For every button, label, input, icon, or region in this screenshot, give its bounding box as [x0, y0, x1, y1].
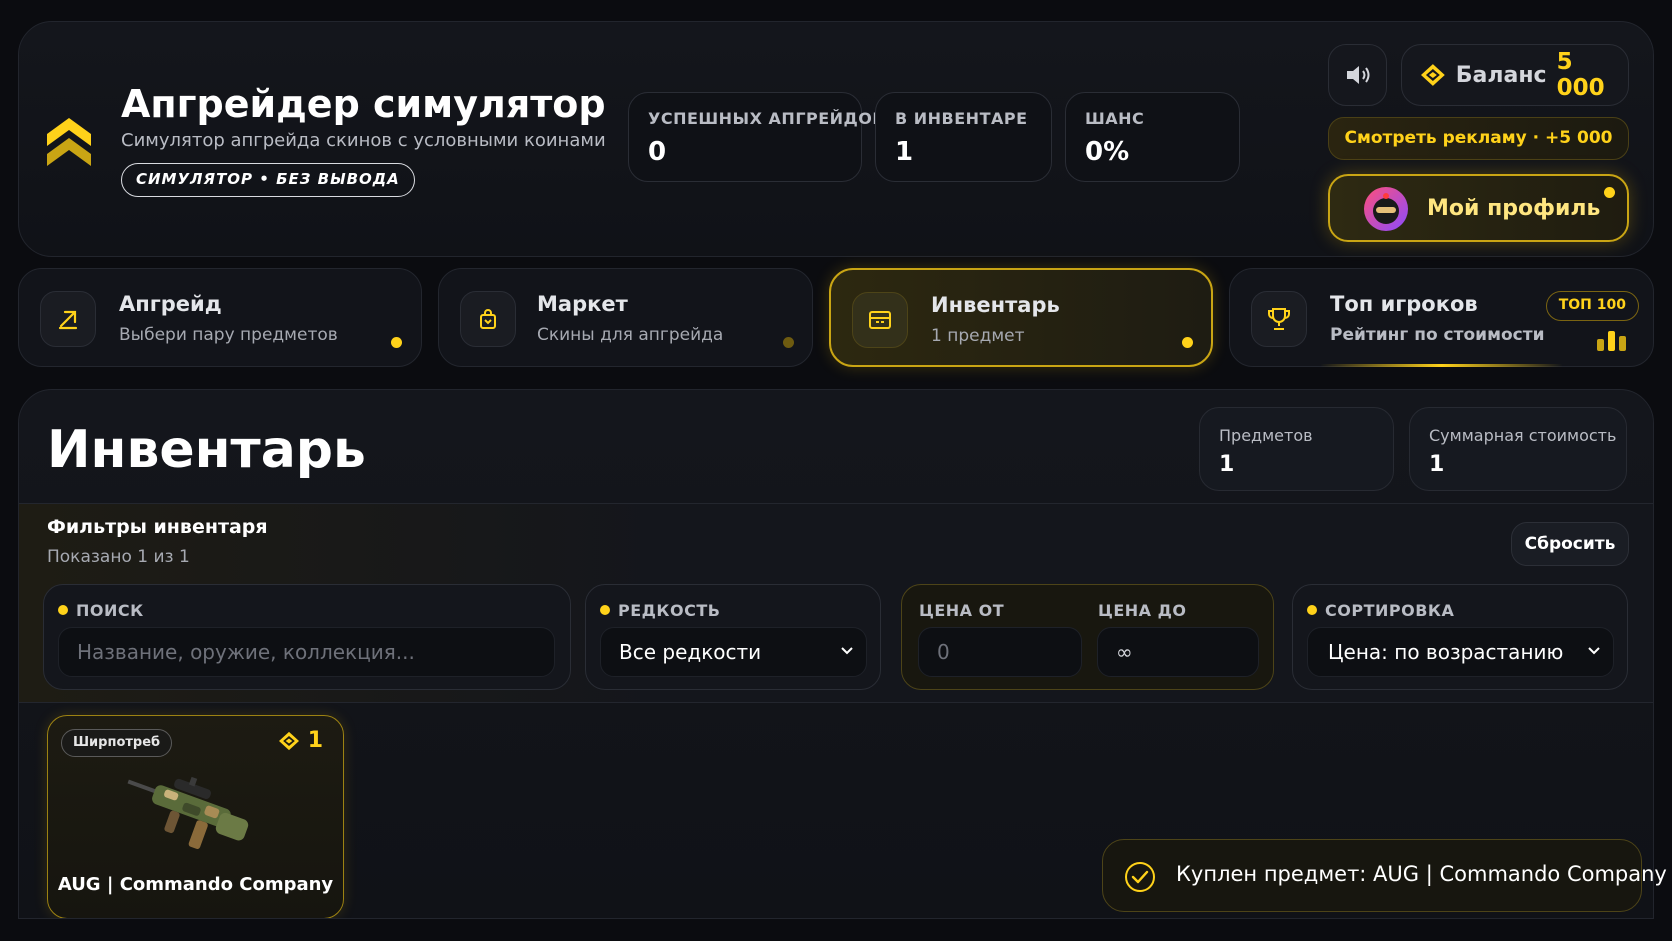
stat-label: УСПЕШНЫХ АПГРЕЙДОВ — [648, 109, 886, 128]
balance-value: 5 000 — [1556, 49, 1605, 101]
price-to-input[interactable]: ∞ — [1097, 627, 1259, 677]
chevron-down-icon — [1588, 647, 1600, 655]
item-name: AUG | Commando Company — [57, 874, 334, 895]
stat-card-inventory: В ИНВЕНТАРЕ 1 — [875, 92, 1052, 182]
balance-label: Баланс — [1455, 62, 1547, 88]
price-to-label: ЦЕНА ДО — [1098, 601, 1187, 620]
stat-value: 0% — [1085, 137, 1130, 167]
stat-card-upgrades: УСПЕШНЫХ АПГРЕЙДОВ 0 — [628, 92, 885, 182]
avatar — [1364, 187, 1408, 231]
tab-title: Маркет — [537, 292, 628, 316]
app-subtitle: Симулятор апгрейда скинов с условными ко… — [121, 130, 606, 151]
rarity-badge: Ширпотреб — [61, 729, 173, 757]
tab-indicator-dot — [391, 337, 402, 348]
aug-rifle-image — [127, 776, 249, 849]
inventory-item-card[interactable]: Ширпотреб 1 AUG | Commando Company — [47, 715, 344, 918]
trophy-icon — [1268, 308, 1290, 330]
filters-count: Показано 1 из 1 — [47, 547, 190, 567]
reset-filters-button[interactable]: Сбросить — [1511, 522, 1629, 566]
bar-chart-icon — [1597, 331, 1626, 351]
sort-select-value: Цена: по возрастанию — [1328, 640, 1564, 664]
tab-indicator-dot — [783, 337, 794, 348]
simulator-badge: СИМУЛЯТОР • БЕЗ ВЫВОДА — [121, 163, 415, 197]
price-range-filter: ЦЕНА ОТ ЦЕНА ДО 0 ∞ — [901, 584, 1274, 690]
coin-icon — [278, 731, 299, 750]
tab-subtitle: Выбери пару предметов — [119, 325, 338, 345]
rarity-select[interactable]: Все редкости — [600, 627, 867, 677]
summary-value: 1 — [1219, 452, 1235, 477]
balance-display: Баланс 5 000 — [1401, 44, 1629, 106]
tab-upgrade[interactable]: Апгрейд Выбери пару предметов — [18, 268, 422, 367]
sort-label-text: СОРТИРОВКА — [1325, 601, 1455, 620]
tab-icon-box — [460, 291, 516, 347]
tab-icon-box — [1251, 291, 1307, 347]
price-from-label: ЦЕНА ОТ — [919, 601, 1005, 620]
watch-ad-button[interactable]: Смотреть рекламу · +5 000 — [1328, 117, 1629, 160]
page-title: Инвентарь — [47, 420, 366, 480]
tab-subtitle: Скины для апгрейда — [537, 325, 724, 345]
sort-filter: СОРТИРОВКА Цена: по возрастанию — [1292, 584, 1628, 690]
rarity-filter: РЕДКОСТЬ Все редкости — [585, 584, 881, 690]
tab-inventory[interactable]: Инвентарь 1 предмет — [829, 268, 1213, 367]
price-from-input[interactable]: 0 — [918, 627, 1082, 677]
tab-icon-box — [852, 292, 908, 348]
tab-title: Апгрейд — [119, 292, 222, 316]
summary-card-total-value: Суммарная стоимость 1 — [1409, 407, 1627, 491]
search-label-text: ПОИСК — [76, 601, 144, 620]
rarity-select-value: Все редкости — [619, 640, 762, 664]
stat-card-chance: ШАНС 0% — [1065, 92, 1240, 182]
summary-label: Предметов — [1219, 426, 1313, 445]
indicator-dot — [58, 605, 68, 615]
search-filter-label: ПОИСК — [58, 601, 144, 620]
sort-filter-label: СОРТИРОВКА — [1307, 601, 1454, 620]
inventory-box-icon — [869, 311, 891, 329]
chevron-up-logo-icon — [47, 118, 91, 166]
speaker-icon — [1346, 66, 1369, 84]
stat-label: ШАНС — [1085, 109, 1145, 128]
app-title: Апгрейдер симулятор — [121, 82, 606, 126]
stat-value: 0 — [648, 137, 667, 167]
filters-section: Фильтры инвентаря Показано 1 из 1 Сброси… — [19, 503, 1653, 703]
top-100-badge: ТОП 100 — [1545, 291, 1639, 321]
tab-title: Топ игроков — [1330, 292, 1478, 316]
sort-select[interactable]: Цена: по возрастанию — [1307, 627, 1614, 677]
tab-top-players[interactable]: Топ игроков Рейтинг по стоимости ТОП 100 — [1229, 268, 1654, 367]
filters-title: Фильтры инвентаря — [47, 516, 268, 538]
ninja-avatar-icon — [1373, 193, 1399, 224]
notification-dot — [1604, 187, 1615, 198]
tab-indicator-dot — [1182, 337, 1193, 348]
stat-value: 1 — [895, 137, 914, 167]
tab-highlight-bar — [1320, 364, 1563, 367]
summary-card-items: Предметов 1 — [1199, 407, 1394, 491]
header-panel: Апгрейдер симулятор Симулятор апгрейда с… — [18, 21, 1654, 257]
tab-subtitle: Рейтинг по стоимости — [1330, 325, 1545, 345]
tab-subtitle: 1 предмет — [931, 326, 1025, 346]
stat-label: В ИНВЕНТАРЕ — [895, 109, 1028, 128]
search-filter: ПОИСК Название, оружие, коллекция... — [43, 584, 571, 690]
check-circle-icon — [1125, 862, 1155, 892]
chevron-down-icon — [841, 647, 853, 655]
tab-icon-box — [40, 291, 96, 347]
rarity-filter-label: РЕДКОСТЬ — [600, 601, 720, 620]
indicator-dot — [600, 605, 610, 615]
summary-value: 1 — [1429, 452, 1445, 477]
item-price-value: 1 — [307, 728, 323, 753]
coin-icon — [1420, 64, 1445, 86]
rarity-label-text: РЕДКОСТЬ — [618, 601, 721, 620]
shopping-bag-icon — [480, 309, 496, 329]
my-profile-label: Мой профиль — [1427, 196, 1601, 221]
purchase-toast: Куплен предмет: AUG | Commando Company — [1102, 839, 1667, 912]
my-profile-button[interactable]: Мой профиль — [1328, 174, 1629, 242]
indicator-dot — [1307, 605, 1317, 615]
toast-message: Куплен предмет: AUG | Commando Company — [1176, 862, 1667, 886]
tab-market[interactable]: Маркет Скины для апгрейда — [438, 268, 813, 367]
summary-label: Суммарная стоимость — [1429, 426, 1617, 445]
tab-title: Инвентарь — [931, 293, 1060, 317]
upgrade-arrow-icon — [58, 310, 78, 330]
search-input[interactable]: Название, оружие, коллекция... — [58, 627, 555, 677]
item-price: 1 — [278, 728, 323, 753]
sound-toggle-button[interactable] — [1328, 44, 1387, 106]
